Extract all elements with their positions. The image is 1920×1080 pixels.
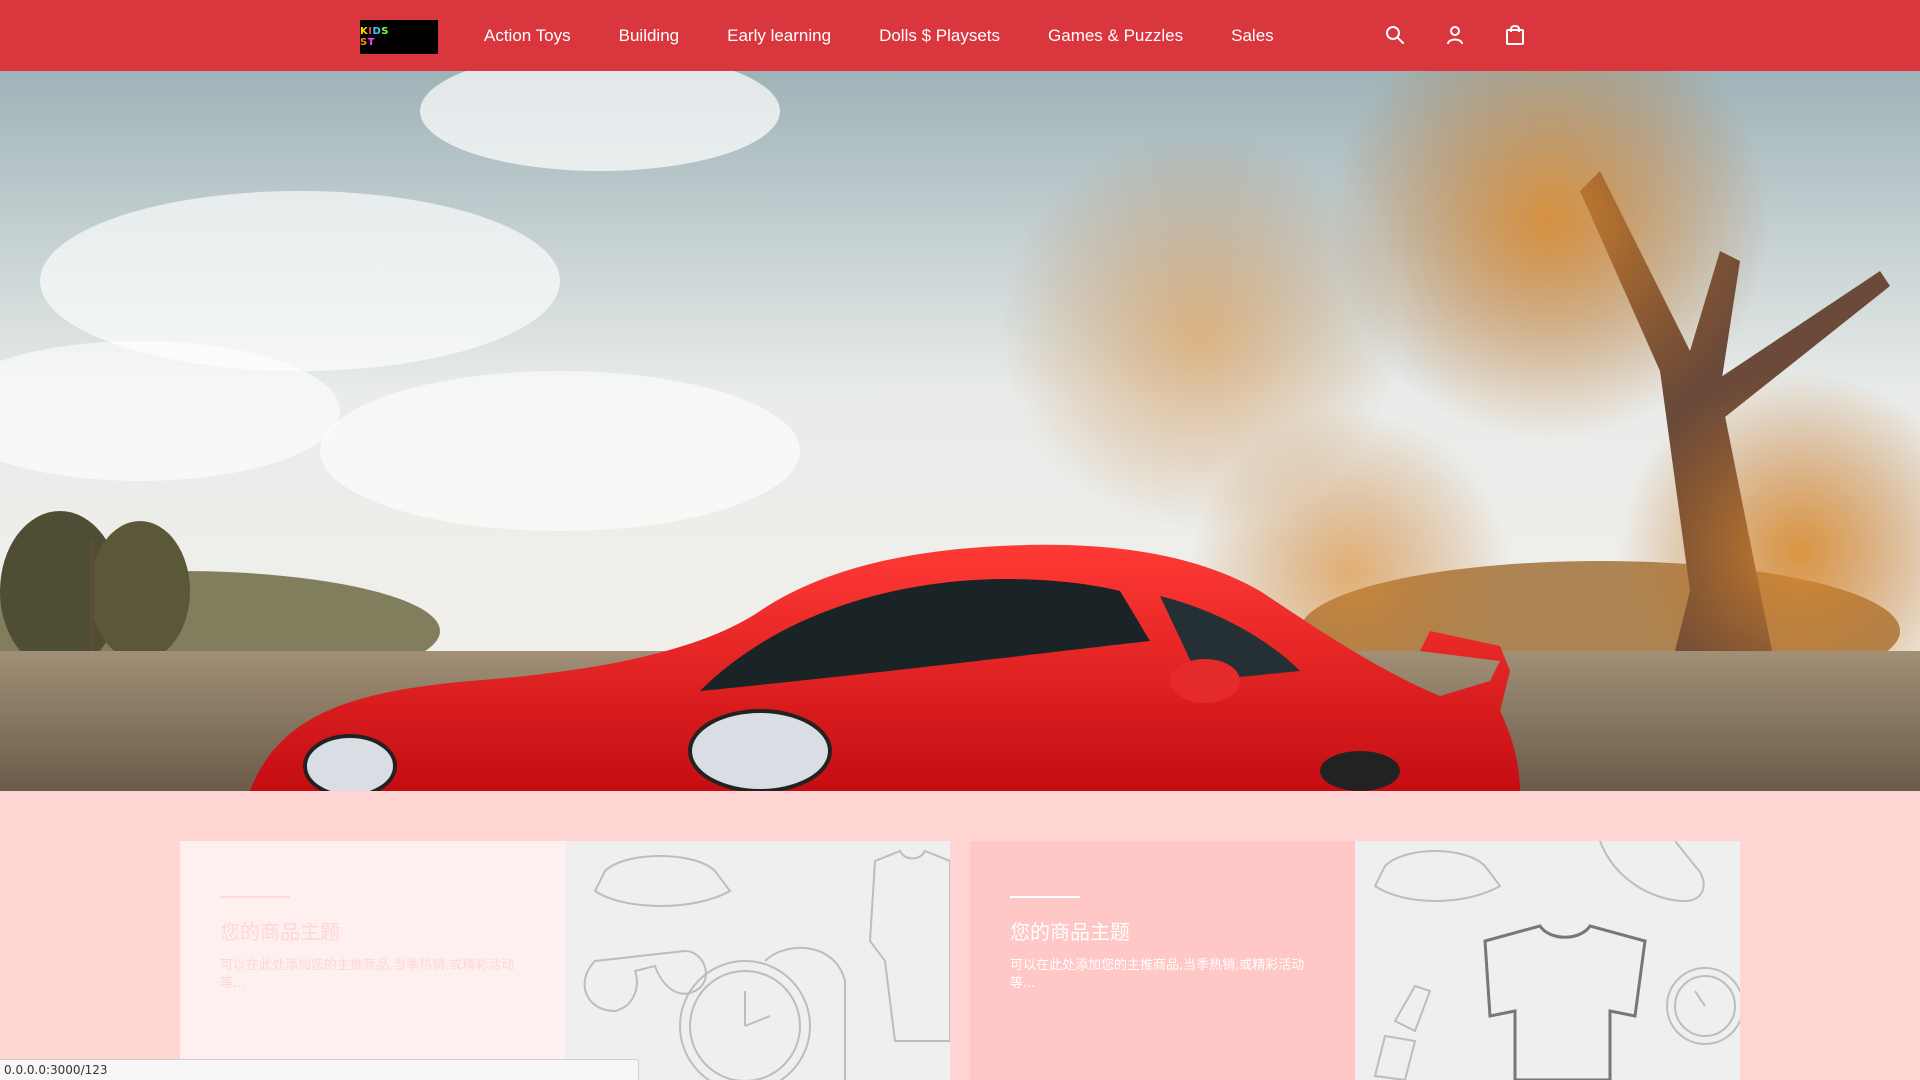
header-icons bbox=[1380, 20, 1560, 50]
card-description: 可以在此处添加您的主推商品,当季热销,或精彩活动等... bbox=[1010, 958, 1305, 991]
browser-status-url: 0.0.0.0:3000/123 bbox=[0, 1059, 639, 1080]
card-title: 您的商品主题 bbox=[1010, 920, 1130, 944]
hero-image bbox=[0, 71, 1920, 791]
hero-banner[interactable] bbox=[0, 71, 1920, 791]
nav-item-sales[interactable]: Sales bbox=[1231, 26, 1274, 46]
logo-text: KIDS STATION bbox=[360, 26, 412, 48]
card-divider bbox=[1010, 896, 1080, 898]
search-icon[interactable] bbox=[1380, 20, 1410, 50]
clothing-illustration bbox=[1373, 841, 1740, 1080]
nav-item-games-puzzles[interactable]: Games & Puzzles bbox=[1048, 26, 1183, 46]
account-icon[interactable] bbox=[1440, 20, 1470, 50]
card-title: 您的商品主题 bbox=[220, 920, 340, 944]
nav-item-action-toys[interactable]: Action Toys bbox=[484, 26, 571, 46]
main-nav: Action Toys Building Early learning Doll… bbox=[484, 0, 1322, 71]
nav-item-building[interactable]: Building bbox=[619, 26, 680, 46]
promo-card-2[interactable]: 您的商品主题 可以在此处添加您的主推商品,当季热销,或精彩活动等... bbox=[970, 841, 1355, 1080]
promo-card-2-image[interactable] bbox=[1355, 841, 1740, 1080]
card-description: 可以在此处添加您的主推商品,当季热销,或精彩活动等... bbox=[220, 958, 515, 991]
promo-card-1[interactable]: 您的商品主题 可以在此处添加您的主推商品,当季热销,或精彩活动等... bbox=[180, 841, 565, 1080]
card-divider bbox=[220, 896, 290, 898]
site-logo[interactable]: KIDS STATION bbox=[360, 20, 438, 54]
shopping-bag-icon[interactable] bbox=[1500, 20, 1530, 50]
site-header: KIDS STATION Action Toys Building Early … bbox=[0, 0, 1920, 71]
accessories-illustration bbox=[583, 849, 950, 1080]
nav-item-early-learning[interactable]: Early learning bbox=[727, 26, 831, 46]
nav-item-dolls-playsets[interactable]: Dolls $ Playsets bbox=[879, 26, 1000, 46]
promo-card-1-image[interactable] bbox=[565, 841, 950, 1080]
